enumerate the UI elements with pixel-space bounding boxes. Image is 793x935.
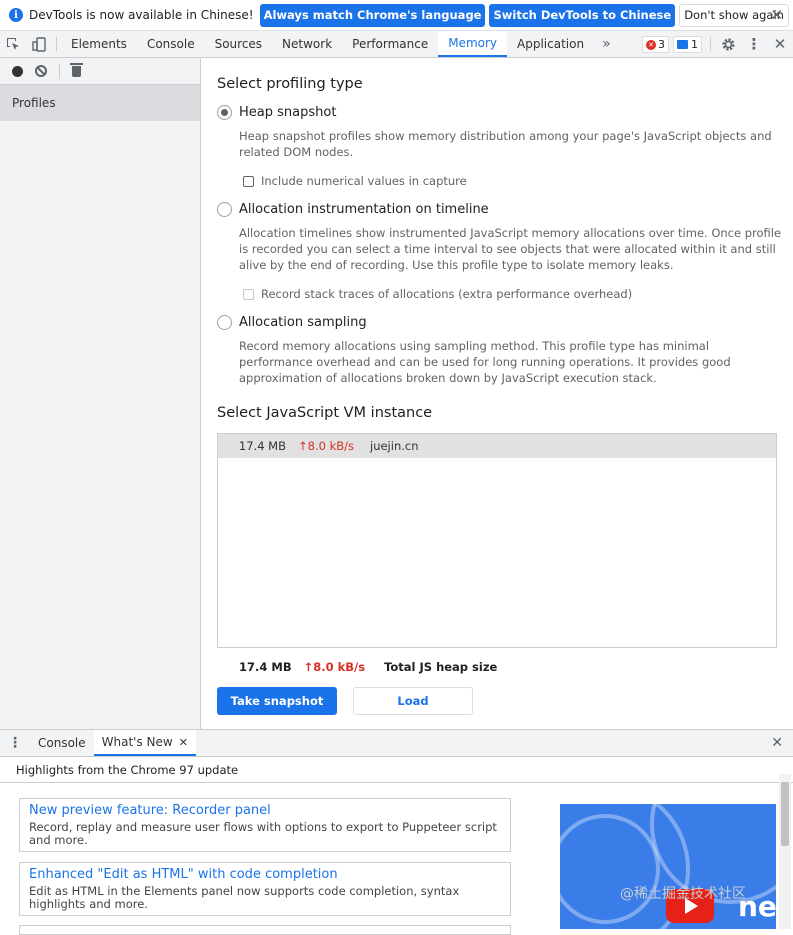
tabbar-spacer xyxy=(619,31,642,57)
language-infobar: i DevTools is now available in Chinese! … xyxy=(0,0,793,31)
switch-to-chinese-button[interactable]: Switch DevTools to Chinese xyxy=(489,3,676,27)
allocation-timeline-radio[interactable] xyxy=(217,202,232,217)
tab-performance[interactable]: Performance xyxy=(342,31,438,57)
whats-new-label: What's New xyxy=(101,735,173,749)
summary-rate: ↑8.0 kB/s xyxy=(303,660,366,674)
whats-new-panel: Highlights from the Chrome 97 update New… xyxy=(0,757,793,935)
record-icon[interactable] xyxy=(12,65,23,77)
heap-snapshot-radio[interactable] xyxy=(217,105,232,120)
allocation-sampling-radio[interactable] xyxy=(217,315,232,330)
messages-count: 1 xyxy=(691,38,698,51)
tab-elements[interactable]: Elements xyxy=(61,31,137,57)
tab-memory[interactable]: Memory xyxy=(438,31,508,57)
include-numerical-values-checkbox[interactable] xyxy=(243,175,254,187)
kebab-menu-icon[interactable]: ⋮ xyxy=(741,31,767,57)
include-numerical-values-option[interactable]: Include numerical values in capture xyxy=(243,174,467,188)
vm-instance-list: 17.4 MB ↑8.0 kB/s juejin.cn xyxy=(217,433,777,648)
message-icon xyxy=(677,40,688,49)
feature-card-description: Edit as HTML in the Elements panel now s… xyxy=(29,884,460,911)
feature-card[interactable]: Enhanced "Edit as HTML" with code comple… xyxy=(19,862,511,916)
select-profiling-type-heading: Select profiling type xyxy=(217,76,363,92)
whats-new-header: Highlights from the Chrome 97 update xyxy=(0,757,793,783)
device-toolbar-icon[interactable] xyxy=(26,31,52,57)
vm-instance-row[interactable]: 17.4 MB ↑8.0 kB/s juejin.cn xyxy=(218,434,776,458)
select-vm-instance-heading: Select JavaScript VM instance xyxy=(217,405,433,421)
devtools-tabbar: Elements Console Sources Network Perform… xyxy=(0,31,793,58)
record-stack-traces-label: Record stack traces of allocations (extr… xyxy=(261,287,633,301)
feature-card-description: Record, replay and measure user flows wi… xyxy=(29,820,497,847)
vm-heap-size: 17.4 MB xyxy=(238,439,286,453)
record-stack-traces-checkbox xyxy=(243,288,254,300)
errors-count: 3 xyxy=(658,38,665,51)
sidebar-toolbar xyxy=(0,58,200,85)
close-drawer-icon[interactable]: ✕ xyxy=(771,735,783,751)
inspect-element-icon[interactable] xyxy=(0,31,26,57)
vm-heap-rate: ↑8.0 kB/s xyxy=(298,439,354,453)
toolbar-separator xyxy=(710,37,711,51)
allocation-sampling-label: Allocation sampling xyxy=(239,315,367,330)
infobar-message: DevTools is now available in Chinese! xyxy=(29,8,254,22)
toolbar-separator xyxy=(56,37,57,51)
allocation-sampling-option[interactable]: Allocation sampling xyxy=(217,315,367,330)
tab-sources[interactable]: Sources xyxy=(205,31,272,57)
always-match-language-button[interactable]: Always match Chrome's language xyxy=(259,3,486,27)
watermark: @稀土掘金技术社区 xyxy=(620,886,746,902)
summary-size: 17.4 MB xyxy=(239,660,292,674)
drawer-tab-whats-new[interactable]: What's New ✕ xyxy=(93,730,196,756)
toolbar-separator xyxy=(59,63,60,79)
feature-card-title[interactable]: Enhanced "Edit as HTML" with code comple… xyxy=(29,867,501,882)
record-stack-traces-option: Record stack traces of allocations (extr… xyxy=(243,287,632,301)
clear-icon[interactable] xyxy=(35,65,47,77)
allocation-sampling-description: Record memory allocations using sampling… xyxy=(239,339,731,385)
more-tabs-icon[interactable]: » xyxy=(594,31,619,57)
tab-application[interactable]: Application xyxy=(507,31,594,57)
take-snapshot-button[interactable]: Take snapshot xyxy=(217,687,337,715)
drawer-tab-console[interactable]: Console xyxy=(30,730,94,756)
info-icon: i xyxy=(9,8,23,22)
allocation-timeline-label: Allocation instrumentation on timeline xyxy=(239,202,489,217)
memory-panel: Select profiling type Heap snapshot Heap… xyxy=(202,58,793,729)
tab-network[interactable]: Network xyxy=(272,31,342,57)
feature-card[interactable] xyxy=(19,925,511,935)
scrollbar-thumb[interactable] xyxy=(781,782,789,846)
allocation-timeline-description: Allocation timelines show instrumented J… xyxy=(239,226,782,272)
drawer-scrollbar[interactable] xyxy=(779,774,791,929)
tab-console[interactable]: Console xyxy=(137,31,205,57)
drawer-menu-icon[interactable]: ⋮ xyxy=(0,730,30,756)
profiles-sidebar: Profiles xyxy=(0,58,201,729)
close-tab-icon[interactable]: ✕ xyxy=(179,736,188,749)
heap-snapshot-option[interactable]: Heap snapshot xyxy=(217,105,336,120)
heap-snapshot-description: Heap snapshot profiles show memory distr… xyxy=(239,129,772,159)
close-devtools-icon[interactable]: ✕ xyxy=(767,31,793,57)
trash-icon[interactable] xyxy=(70,62,83,77)
feature-card[interactable]: New preview feature: Recorder panel Reco… xyxy=(19,798,511,852)
summary-label: Total JS heap size xyxy=(384,660,498,674)
messages-badge[interactable]: 1 xyxy=(673,36,702,53)
heap-snapshot-label: Heap snapshot xyxy=(239,105,337,120)
video-thumbnail[interactable]: new xyxy=(560,804,776,929)
vm-instance-url: juejin.cn xyxy=(370,439,419,453)
allocation-timeline-option[interactable]: Allocation instrumentation on timeline xyxy=(217,202,489,217)
error-icon: ✕ xyxy=(646,39,656,50)
settings-gear-icon[interactable] xyxy=(715,31,741,57)
heap-summary: 17.4 MB ↑8.0 kB/s Total JS heap size xyxy=(239,660,497,674)
feature-card-title[interactable]: New preview feature: Recorder panel xyxy=(29,803,501,818)
errors-badge[interactable]: ✕ 3 xyxy=(642,36,669,53)
load-button[interactable]: Load xyxy=(353,687,473,715)
include-numerical-values-label: Include numerical values in capture xyxy=(261,174,467,188)
infobar-close-icon[interactable]: ✕ xyxy=(770,6,783,24)
sidebar-item-profiles[interactable]: Profiles xyxy=(0,85,200,121)
drawer-tabbar: ⋮ Console What's New ✕ ✕ xyxy=(0,729,793,757)
